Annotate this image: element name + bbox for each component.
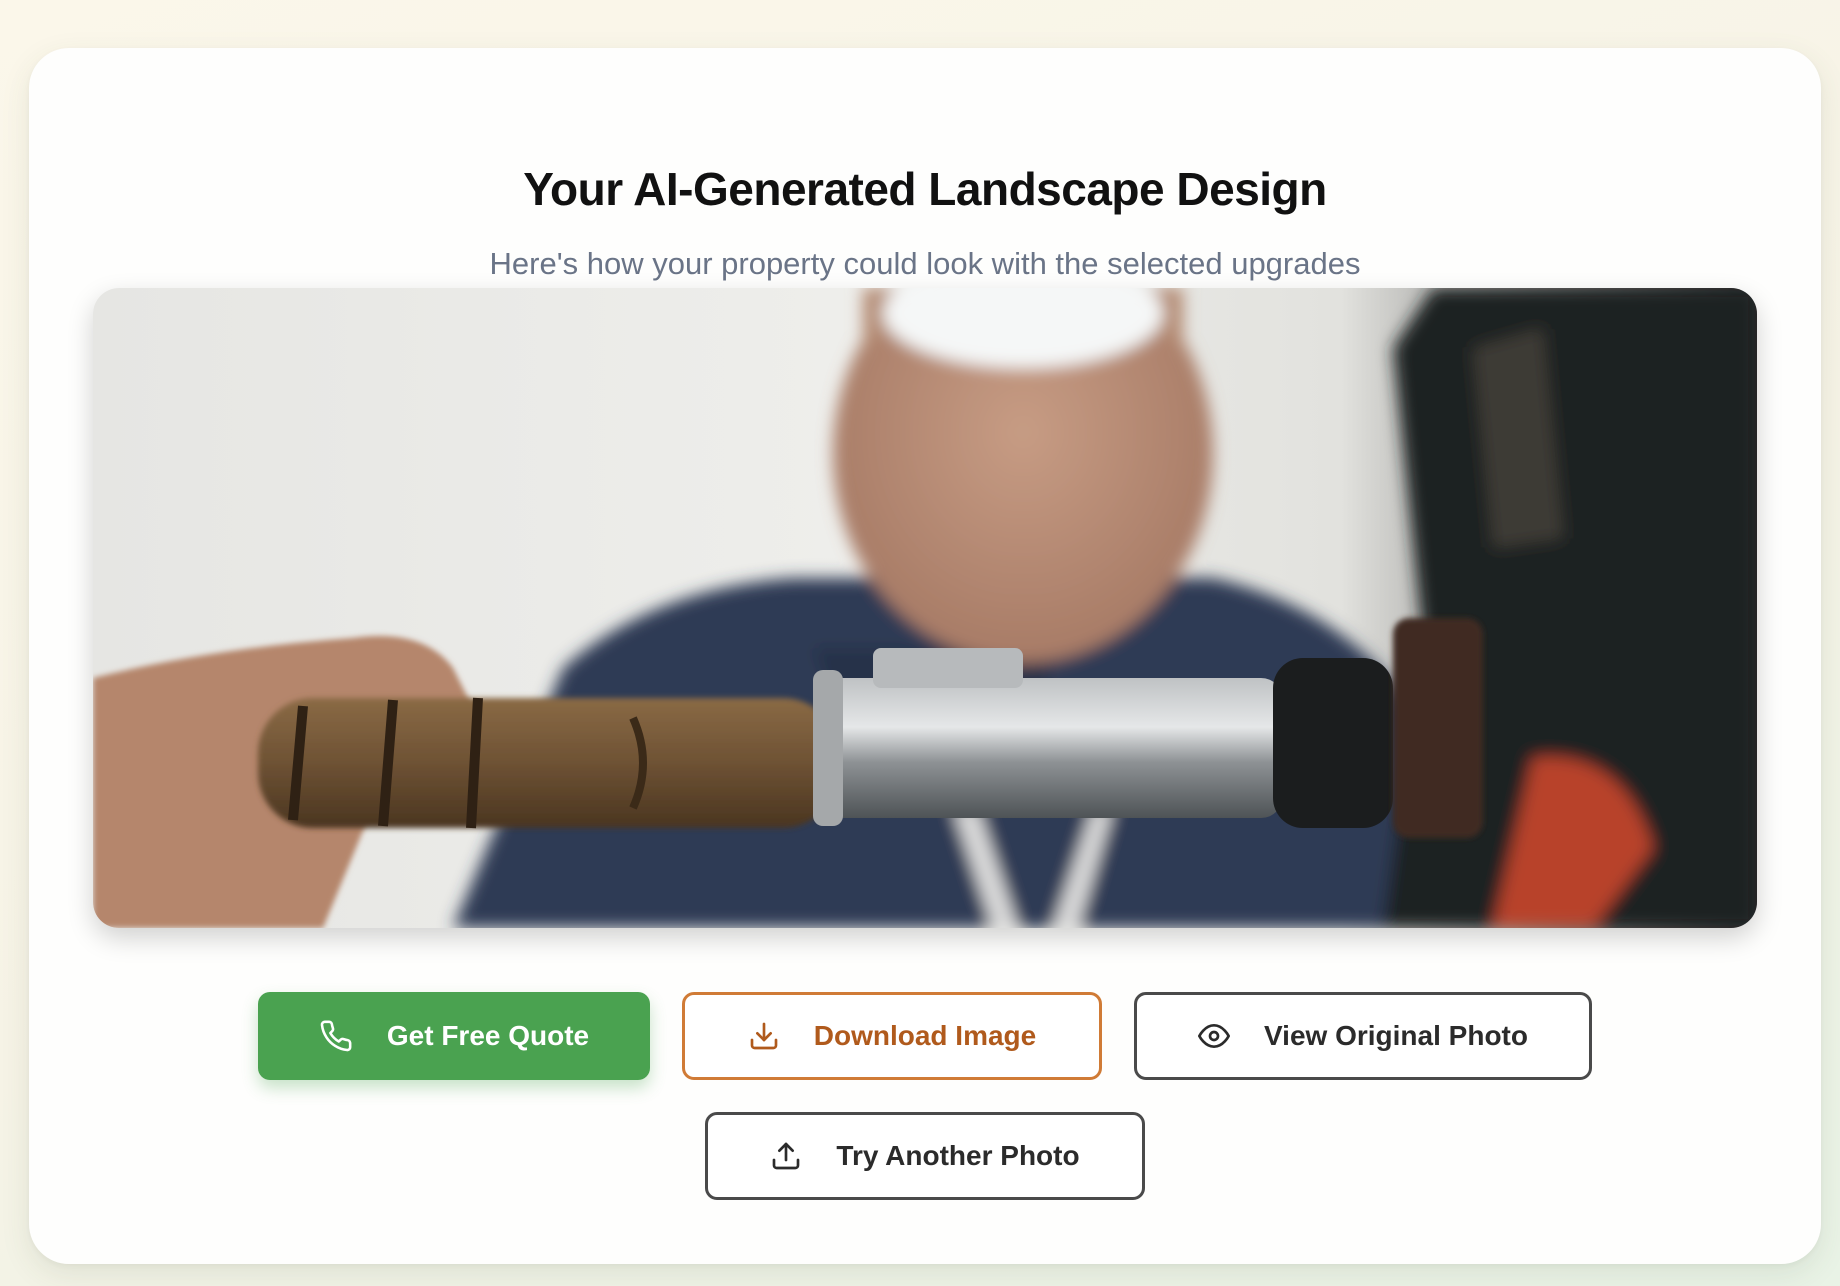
get-free-quote-label: Get Free Quote [386,1020,590,1051]
page-subtitle: Here's how your property could look with… [489,246,1361,281]
page-title: Your AI-Generated Landscape Design [523,163,1327,215]
try-another-photo-label: Try Another Photo [836,1140,1080,1171]
download-icon [750,1022,778,1050]
try-another-photo-button[interactable]: Try Another Photo [705,1112,1145,1200]
generated-photo [93,288,1757,928]
eye-icon [1198,1023,1231,1048]
download-image-label: Download Image [813,1020,1037,1051]
get-free-quote-button[interactable]: Get Free Quote [258,992,650,1080]
result-card: Your AI-Generated Landscape Design Here'… [29,48,1821,1264]
phone-icon [320,1020,352,1052]
download-image-button[interactable]: Download Image [682,992,1102,1080]
upload-icon [773,1142,800,1170]
generated-design-image [93,288,1757,928]
view-original-photo-button[interactable]: View Original Photo [1134,992,1592,1080]
view-original-photo-label: View Original Photo [1264,1020,1528,1051]
